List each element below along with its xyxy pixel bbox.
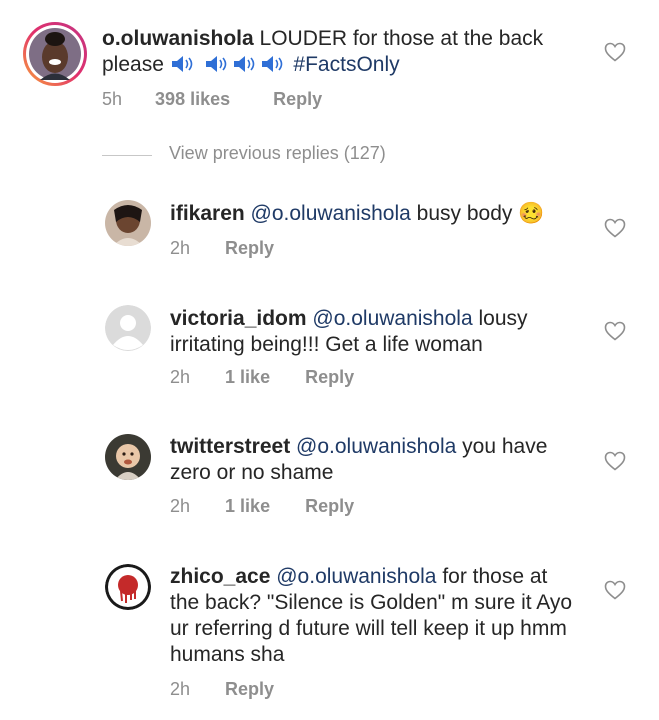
mention-link[interactable]: @o.oluwanishola bbox=[276, 565, 436, 588]
heart-icon[interactable] bbox=[604, 218, 626, 238]
avatar[interactable] bbox=[22, 21, 88, 87]
comment-username[interactable]: twitterstreet bbox=[170, 435, 290, 458]
heart-icon[interactable] bbox=[604, 321, 626, 341]
avatar[interactable] bbox=[105, 434, 151, 480]
comment-text: victoria_idom @o.oluwanishola lousy irri… bbox=[170, 306, 570, 358]
mention-link[interactable]: @o.oluwanishola bbox=[251, 202, 411, 225]
comment-body: busy body bbox=[416, 202, 513, 225]
likes-count[interactable]: 1 like bbox=[225, 367, 270, 388]
reply-comment: ifikaren @o.oluwanishola busy body 🥴 2h … bbox=[0, 190, 659, 270]
avatar[interactable] bbox=[105, 564, 151, 610]
comment-time: 2h bbox=[170, 679, 191, 699]
speaker-icon bbox=[260, 54, 288, 80]
reply-button[interactable]: Reply bbox=[305, 496, 354, 517]
speaker-icon bbox=[232, 54, 260, 80]
comment-meta: 2h 1 like Reply bbox=[170, 367, 354, 388]
user-avatar-icon bbox=[105, 434, 151, 480]
reply-button[interactable]: Reply bbox=[273, 89, 322, 110]
comment-meta: 2h 1 like Reply bbox=[170, 496, 354, 517]
comment-time: 2h bbox=[170, 367, 191, 387]
heart-icon[interactable] bbox=[604, 451, 626, 471]
avatar[interactable] bbox=[105, 305, 151, 351]
heart-icon[interactable] bbox=[604, 42, 626, 62]
comment-text: zhico_ace @o.oluwanishola for those at t… bbox=[170, 564, 580, 668]
story-ring-avatar-icon bbox=[23, 22, 87, 86]
reply-button[interactable]: Reply bbox=[305, 367, 354, 388]
comment-time: 5h bbox=[102, 89, 123, 109]
reply-comment: twitterstreet @o.oluwanishola you have z… bbox=[0, 425, 659, 535]
heart-icon[interactable] bbox=[604, 580, 626, 600]
user-avatar-icon bbox=[105, 564, 151, 610]
comment-username[interactable]: victoria_idom bbox=[170, 307, 307, 330]
comment-username[interactable]: ifikaren bbox=[170, 202, 245, 225]
comment-text: o.oluwanishola LOUDER for those at the b… bbox=[102, 26, 572, 80]
hashtag-link[interactable]: #FactsOnly bbox=[293, 53, 399, 76]
main-comment: o.oluwanishola LOUDER for those at the b… bbox=[0, 0, 659, 130]
comment-meta: 2h Reply bbox=[170, 238, 274, 259]
comment-username[interactable]: o.oluwanishola bbox=[102, 27, 254, 50]
default-avatar-icon bbox=[105, 305, 151, 351]
divider bbox=[102, 155, 152, 156]
avatar[interactable] bbox=[105, 200, 151, 246]
woozy-face-emoji: 🥴 bbox=[518, 202, 545, 225]
comment-time: 2h bbox=[170, 496, 191, 516]
comment-time: 2h bbox=[170, 238, 191, 258]
reply-comment: victoria_idom @o.oluwanishola lousy irri… bbox=[0, 295, 659, 405]
mention-link[interactable]: @o.oluwanishola bbox=[296, 435, 456, 458]
reply-button[interactable]: Reply bbox=[225, 679, 274, 700]
likes-count[interactable]: 1 like bbox=[225, 496, 270, 517]
comment-username[interactable]: zhico_ace bbox=[170, 565, 270, 588]
mention-link[interactable]: @o.oluwanishola bbox=[312, 307, 472, 330]
view-previous-replies-label: View previous replies (127) bbox=[169, 143, 386, 163]
comment-text: ifikaren @o.oluwanishola busy body 🥴 bbox=[170, 201, 600, 227]
comment-meta: 5h 398 likes Reply bbox=[102, 89, 322, 110]
likes-count[interactable]: 398 likes bbox=[155, 89, 230, 110]
user-avatar-icon bbox=[105, 200, 151, 246]
speaker-icon bbox=[170, 54, 198, 80]
speaker-icon bbox=[204, 54, 232, 80]
comment-meta: 2h Reply bbox=[170, 679, 274, 700]
reply-button[interactable]: Reply bbox=[225, 238, 274, 259]
comment-text: twitterstreet @o.oluwanishola you have z… bbox=[170, 434, 590, 486]
reply-comment: zhico_ace @o.oluwanishola for those at t… bbox=[0, 555, 659, 720]
